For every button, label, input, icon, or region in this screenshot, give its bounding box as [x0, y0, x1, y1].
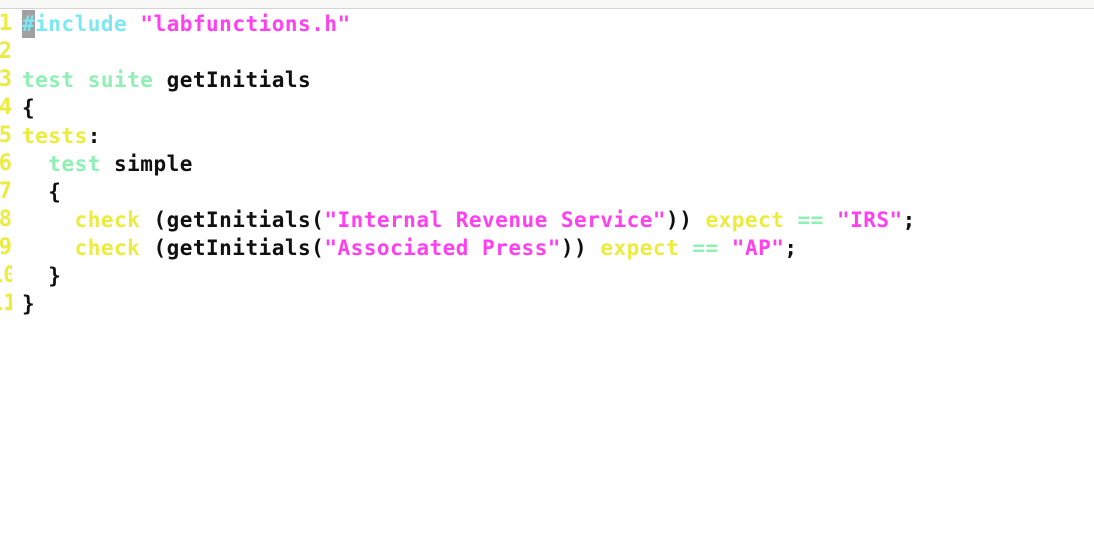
code-line[interactable]: 8 check (getInitials("Internal Revenue S…	[0, 206, 1094, 234]
code-line[interactable]: 7 {	[0, 178, 1094, 206]
code-line-text: }	[12, 290, 1094, 318]
line-number: 9	[0, 235, 12, 260]
code-token-plain: ;	[784, 236, 798, 260]
code-line-text: check (getInitials("Internal Revenue Ser…	[12, 206, 1094, 234]
editor-title-bar	[0, 0, 1094, 9]
code-token-kw-y: tests	[22, 124, 88, 148]
code-token-kw-y: check	[74, 208, 141, 232]
code-token-plain: {	[22, 180, 62, 204]
code-editor-surface[interactable]: 1#include "labfunctions.h"2​3test suite …	[0, 10, 1094, 558]
code-token-plain: ;	[902, 208, 916, 232]
code-token-kw-g: test suite	[22, 68, 154, 92]
code-token-kw-g: ==	[692, 236, 719, 260]
line-number: 7	[0, 179, 12, 204]
code-token-kw-y: expect	[705, 208, 785, 232]
code-line[interactable]: 10 }	[0, 262, 1094, 290]
line-number: 8	[0, 207, 12, 232]
line-number: 5	[0, 123, 12, 148]
line-number: 2	[0, 39, 12, 64]
code-token-kw-y: check	[74, 236, 141, 260]
line-number: 10	[0, 263, 12, 288]
code-line[interactable]: 4{	[0, 94, 1094, 122]
code-token-plain: (getInitials(	[140, 208, 325, 232]
code-token-kw-y: expect	[600, 236, 680, 260]
code-token-plain: ))	[560, 236, 601, 260]
line-number: 1	[0, 11, 12, 36]
code-line-text: check (getInitials("Associated Press")) …	[12, 234, 1094, 262]
code-line[interactable]: 11}	[0, 290, 1094, 318]
code-token-kw-g: ==	[797, 208, 824, 232]
code-token-plain: }	[22, 264, 62, 288]
code-token-string: "IRS"	[836, 208, 903, 232]
code-token-plain: }	[22, 292, 36, 316]
code-line[interactable]: 1 #include "labfunctions.h"	[0, 10, 1094, 38]
code-line[interactable]: 5 tests:	[0, 122, 1094, 150]
code-line[interactable]: 3 test suite getInitials	[0, 66, 1094, 94]
line-number: 6	[0, 151, 12, 176]
code-line-text: ​	[12, 38, 1094, 66]
code-line-text: {	[12, 94, 1094, 122]
code-line[interactable]: 9 check (getInitials("Associated Press")…	[0, 234, 1094, 262]
code-token-string: "Associated Press"	[324, 236, 561, 260]
code-line-list: 1#include "labfunctions.h"2​3test suite …	[0, 10, 1094, 318]
code-line-text: test suite getInitials	[12, 66, 1094, 94]
code-token-cursor: #	[22, 10, 36, 38]
code-line-text: }	[12, 262, 1094, 290]
code-token-string: "AP"	[731, 236, 785, 260]
code-token-pp: include	[35, 12, 128, 36]
code-line-text: tests:	[12, 122, 1094, 150]
code-token-plain: (getInitials(	[140, 236, 325, 260]
code-line-text: test simple	[12, 150, 1094, 178]
code-token-plain: :	[87, 124, 101, 148]
line-number: 11	[0, 291, 12, 316]
line-number: 3	[0, 67, 12, 92]
line-number: 4	[0, 95, 12, 120]
code-token-plain: {	[22, 96, 36, 120]
code-line[interactable]: 6 test simple	[0, 150, 1094, 178]
code-token-string: "labfunctions.h"	[140, 12, 351, 36]
code-line-text: {	[12, 178, 1094, 206]
code-line[interactable]: 2​	[0, 38, 1094, 66]
code-token-plain: getInitials	[153, 68, 312, 92]
code-token-plain: simple	[100, 152, 193, 176]
code-token-plain: ))	[666, 208, 706, 232]
code-token-string: "Internal Revenue Service"	[324, 208, 667, 232]
code-token-kw-g: test	[48, 152, 101, 176]
code-line-text: #include "labfunctions.h"	[12, 10, 1094, 38]
code-editor-window: 1#include "labfunctions.h"2​3test suite …	[0, 0, 1094, 558]
